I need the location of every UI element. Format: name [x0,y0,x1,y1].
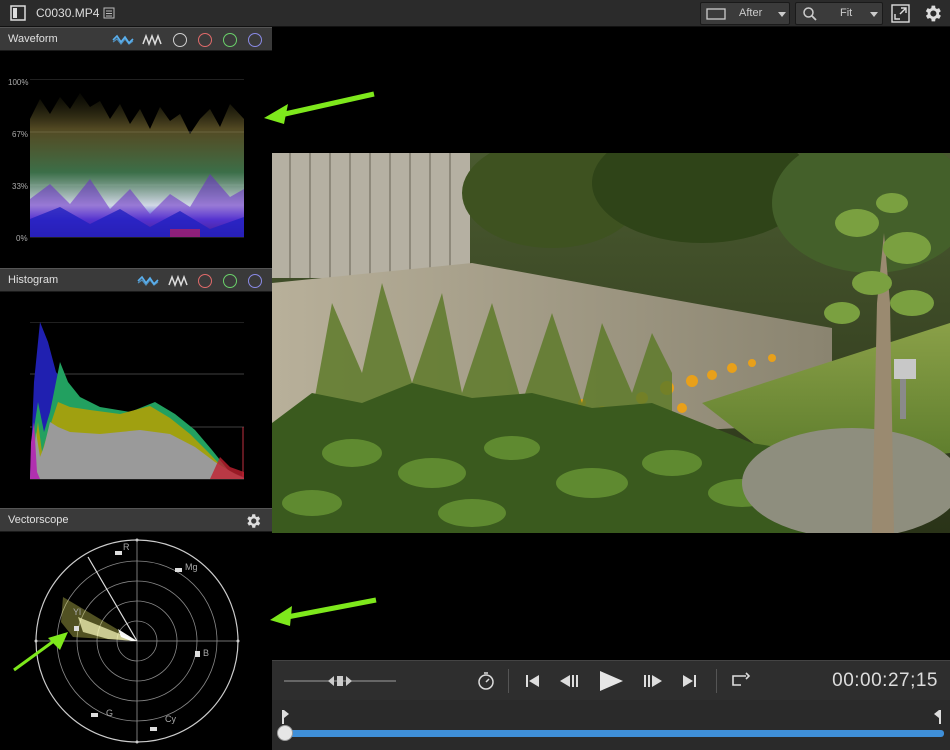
vectorscope-title: Vectorscope [8,514,69,526]
vector-label-cy: Cy [165,714,176,724]
parade-mode-icon[interactable] [112,33,134,47]
go-to-start-icon[interactable] [523,672,541,690]
scopes-panel: Waveform 100% 67% 33% 0% Histogram Vecto… [0,27,272,750]
title-bar: C0030.MP4 After Fit [0,0,950,27]
next-frame-icon[interactable] [640,671,664,691]
chevron-down-icon [870,12,878,17]
waveform-level-100: 100% [8,78,29,87]
luma-channel-toggle[interactable] [173,33,187,47]
vectorscope-header: Vectorscope [0,508,272,532]
video-viewer[interactable] [272,27,950,660]
panel-toggle-icon[interactable] [10,5,26,21]
zoom-label: Fit [840,7,853,19]
overlay-mode-icon[interactable] [168,274,188,288]
zoom-dropdown[interactable]: Fit [795,2,883,25]
overlay-mode-icon[interactable] [142,33,162,47]
video-frame [272,153,950,533]
parade-mode-icon[interactable] [137,274,159,288]
red-channel-toggle[interactable] [198,274,212,288]
waveform-display: 100% 67% 33% 0% [0,51,272,268]
red-channel-toggle[interactable] [198,33,212,47]
gear-icon[interactable] [922,3,943,24]
waveform-header: Waveform [0,27,272,51]
fullscreen-icon[interactable] [891,4,910,23]
timeline-bar[interactable] [272,700,950,750]
out-point-marker[interactable] [934,710,944,724]
timer-icon[interactable] [476,671,496,691]
vectorscope-display: R Mg B Cy G Yl [0,532,272,750]
search-icon [803,7,817,21]
waveform-level-33: 33% [12,182,29,191]
compare-mode-label: After [739,7,763,19]
jog-shuttle-slider[interactable] [284,673,396,689]
blue-channel-toggle[interactable] [248,33,262,47]
histogram-display [0,292,272,508]
waveform-level-67: 67% [12,130,29,139]
separator [508,669,509,693]
go-to-end-icon[interactable] [681,672,699,690]
vectorscope-graticule [34,538,240,744]
clip-info-icon[interactable] [103,7,115,19]
histogram-title: Histogram [8,274,59,286]
waveform-level-0: 0% [16,234,28,243]
blue-channel-toggle[interactable] [248,274,262,288]
compare-mode-dropdown[interactable]: After [700,2,790,25]
separator [716,669,717,693]
vector-label-mg: Mg [185,562,198,572]
chevron-down-icon [778,12,786,17]
playhead-handle[interactable] [277,725,293,741]
vector-label-b: B [203,648,210,658]
previous-frame-icon[interactable] [558,671,582,691]
green-channel-toggle[interactable] [223,274,237,288]
frame-icon [706,8,726,20]
timeline-track[interactable] [284,730,944,737]
histogram-graph [30,322,244,480]
vector-label-g: G [106,708,114,718]
histogram-header: Histogram [0,268,272,292]
timecode-display: 00:00:27;15 [832,670,938,691]
waveform-trace [30,79,244,238]
vector-label-yl: Yl [73,607,82,617]
gear-icon[interactable] [244,512,262,530]
waveform-title: Waveform [8,33,58,45]
file-name: C0030.MP4 [36,6,100,20]
green-channel-toggle[interactable] [223,33,237,47]
vector-label-r: R [123,542,130,552]
loop-icon[interactable] [729,671,751,691]
play-icon[interactable] [597,669,625,693]
in-point-marker[interactable] [279,710,289,724]
playback-controls: 00:00:27;15 [272,660,950,700]
